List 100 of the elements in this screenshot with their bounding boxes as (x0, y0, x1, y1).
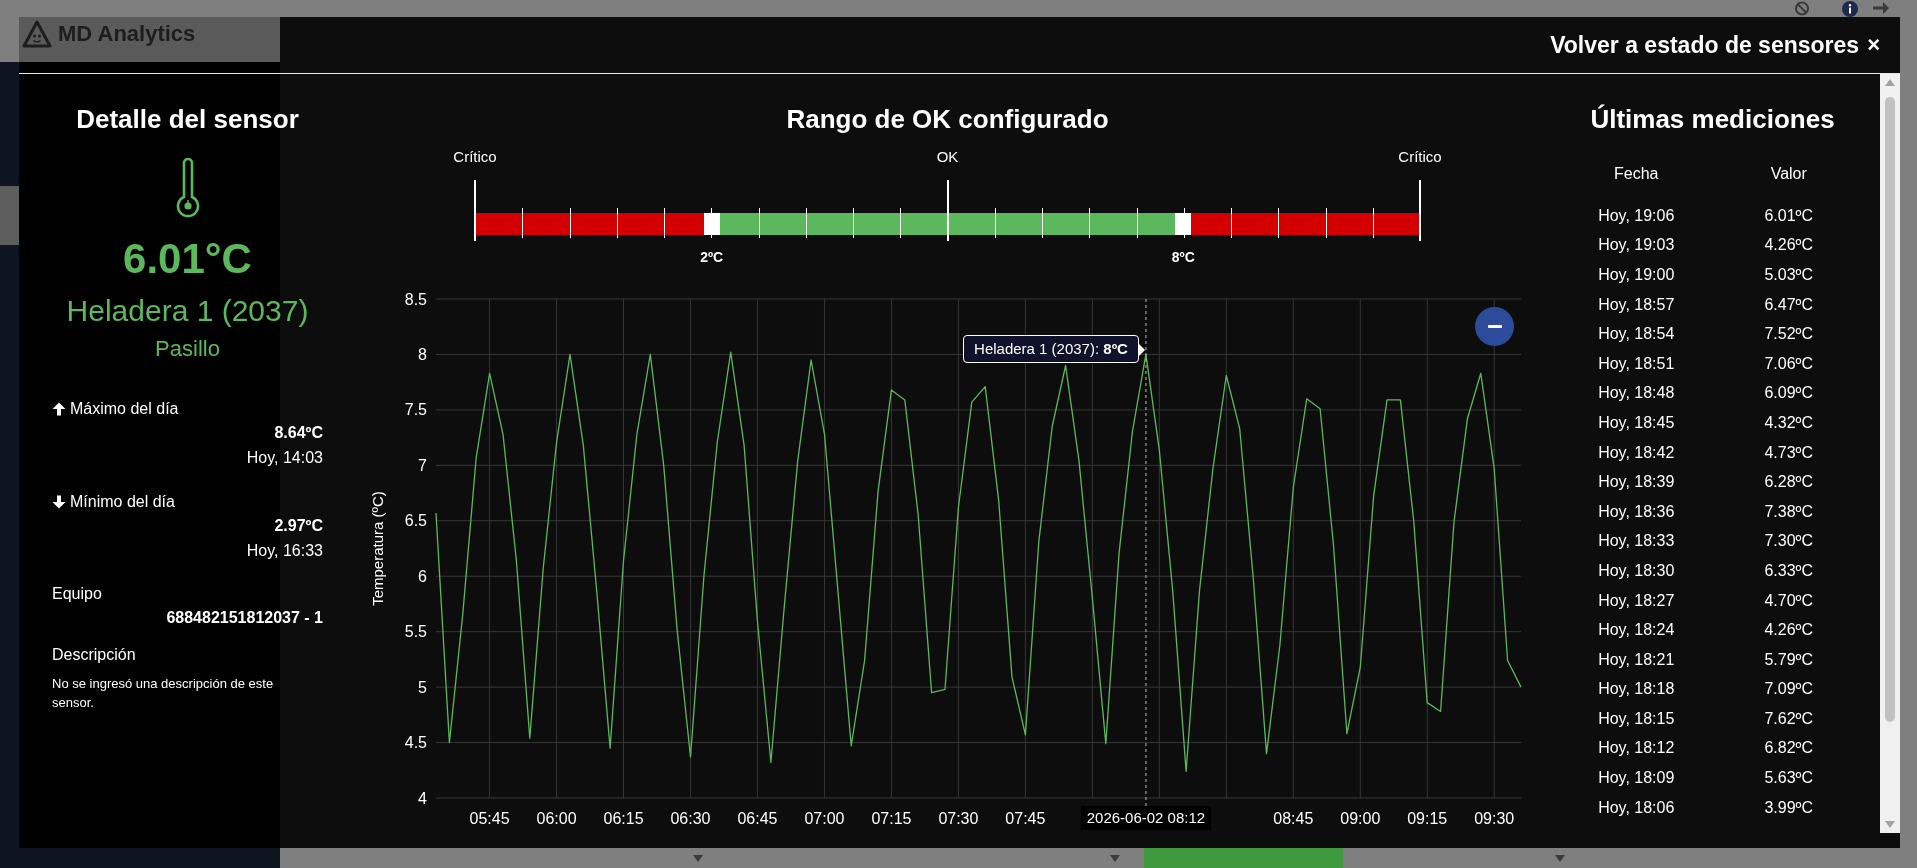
table-cell: Hoy, 18:06 (1598, 797, 1675, 818)
table-cell: 5.79ºC (1764, 649, 1813, 670)
tick-label: 05:45 (469, 810, 510, 827)
table-cell: Hoy, 19:00 (1598, 265, 1675, 285)
column-header: Fecha (1614, 164, 1659, 184)
range-label: Crítico (453, 148, 497, 166)
stat-label: Mínimo del día (70, 492, 175, 512)
close-icon[interactable]: × (1867, 31, 1880, 59)
tooltip-pointer-icon (1138, 344, 1145, 357)
tick-label: 09:00 (1340, 810, 1381, 827)
table-cell: 7.62ºC (1764, 708, 1813, 729)
tick-label: 8 (418, 345, 427, 363)
table-cell: Hoy, 18:54 (1598, 324, 1675, 345)
tick-label: 09:30 (1474, 810, 1515, 827)
table-cell: 6.82ºC (1764, 738, 1813, 759)
scroll-down-icon[interactable] (1110, 854, 1120, 862)
arrow-icon[interactable] (1872, 1, 1890, 15)
tick-label: 07:00 (804, 810, 845, 827)
slash-circle-icon[interactable] (1793, 1, 1811, 16)
tick-label: 8.5 (404, 290, 427, 308)
range-label: Crítico (1398, 148, 1442, 166)
sensor-reading: 6.01°C (123, 235, 252, 283)
table-cell: 6.28ºC (1764, 472, 1813, 493)
table-cell: 7.30ºC (1764, 531, 1813, 552)
table-cell: 7.09ºC (1764, 679, 1813, 700)
logo-icon (22, 19, 52, 49)
scrollbar[interactable] (1880, 74, 1900, 833)
table-cell: Hoy, 18:09 (1598, 768, 1675, 789)
tick-label: 07:30 (938, 810, 979, 827)
tick-label: 7.5 (404, 401, 427, 419)
table-cell: Hoy, 18:18 (1598, 679, 1675, 700)
table-cell: 5.63ºC (1764, 768, 1813, 789)
field-value: 688482151812037 - 1 (166, 608, 323, 628)
app-title: MD Analytics (58, 20, 196, 48)
tick-label: 08:45 (1273, 810, 1314, 827)
table-cell: Hoy, 18:30 (1598, 560, 1675, 581)
scroll-down-icon[interactable] (1885, 821, 1895, 828)
description-text: No se ingresó una descripción de este sensor. (52, 675, 275, 712)
table-cell: Hoy, 18:45 (1598, 412, 1675, 433)
table-cell: 4.26ºC (1764, 235, 1813, 256)
table-cell: 6.47ºC (1764, 294, 1813, 315)
table-cell: Hoy, 18:21 (1598, 649, 1675, 670)
field-label: Descripción (52, 645, 136, 665)
limit-label: 2ºC (700, 249, 724, 266)
table-cell: 4.70ºC (1764, 590, 1813, 611)
table-cell: Hoy, 19:03 (1598, 235, 1675, 256)
tick-label: 09:15 (1407, 810, 1448, 827)
back-button[interactable]: Volver a estado de sensores × (1550, 31, 1880, 59)
scroll-up-icon[interactable] (1885, 79, 1895, 86)
table-cell: Hoy, 19:06 (1598, 205, 1675, 226)
column-header: Valor (1770, 164, 1807, 184)
up-arrow-icon (52, 402, 66, 416)
down-arrow-icon (52, 495, 66, 509)
scroll-down-icon[interactable] (693, 854, 703, 862)
tick-label: 07:15 (871, 810, 912, 827)
tick-label: 07:45 (1005, 810, 1046, 827)
section-title: Últimas mediciones (1590, 104, 1835, 135)
table-cell: 3.99ºC (1764, 797, 1813, 818)
tick-label: 4 (418, 789, 427, 807)
tick-label: 06:00 (536, 810, 577, 827)
scroll-down-icon[interactable] (1555, 854, 1565, 862)
table-cell: Hoy, 18:36 (1598, 501, 1675, 522)
info-icon[interactable] (1842, 1, 1858, 17)
axis-title: Temperatura (ºC) (369, 491, 386, 606)
table-cell: Hoy, 18:51 (1598, 353, 1675, 374)
table-cell: Hoy, 18:15 (1598, 708, 1675, 729)
table-cell: 5.03ºC (1764, 265, 1813, 285)
tick-label: 4.5 (404, 734, 427, 752)
stat-time: Hoy, 16:33 (246, 541, 323, 561)
table-cell: Hoy, 18:39 (1598, 472, 1675, 493)
limit-label: 8ºC (1171, 249, 1195, 266)
table-cell: 7.52ºC (1764, 324, 1813, 345)
minus-icon (1487, 325, 1502, 328)
table-cell: 4.32ºC (1764, 412, 1813, 433)
table-cell: Hoy, 18:27 (1598, 590, 1675, 611)
table-cell: 7.06ºC (1764, 353, 1813, 374)
table-cell: 4.73ºC (1764, 442, 1813, 463)
section-title: Rango de OK configurado (786, 104, 1109, 135)
table-cell: 7.38ºC (1764, 501, 1813, 522)
tick-label: 5 (418, 678, 427, 696)
tick-label: 6 (418, 567, 427, 585)
table-cell: 6.01ºC (1764, 205, 1813, 226)
hover-date-label: 2026-06-02 08:12 (1080, 806, 1211, 830)
tick-label: 6.5 (404, 512, 427, 530)
table-cell: Hoy, 18:24 (1598, 620, 1675, 641)
tooltip: Heladera 1 (2037): 8ºC (963, 335, 1139, 364)
table-cell: 6.09ºC (1764, 383, 1813, 404)
table-cell: 6.33ºC (1764, 560, 1813, 581)
scrollbar-thumb[interactable] (1885, 97, 1895, 722)
stat-value: 8.64ºC (274, 423, 323, 443)
tick-label: 5.5 (404, 623, 427, 641)
table-cell: Hoy, 18:48 (1598, 383, 1675, 404)
table-cell: Hoy, 18:57 (1598, 294, 1675, 315)
zoom-out-button[interactable] (1475, 307, 1514, 346)
tick-label: 06:15 (603, 810, 644, 827)
tick-label: 7 (418, 456, 427, 474)
tick-label: 06:30 (670, 810, 711, 827)
stat-label: Máximo del día (70, 399, 179, 419)
field-label: Equipo (52, 584, 102, 604)
sensor-location: Pasillo (155, 336, 220, 362)
